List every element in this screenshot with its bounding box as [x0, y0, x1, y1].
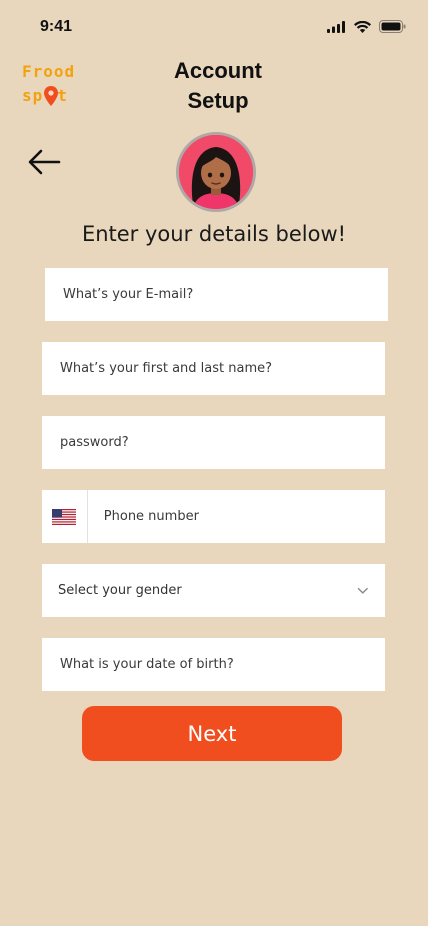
- page-title: Account Setup: [150, 56, 286, 116]
- country-selector[interactable]: [42, 490, 88, 543]
- wifi-icon: [354, 20, 371, 33]
- date-of-birth-field[interactable]: [42, 638, 385, 691]
- status-icons: [327, 20, 406, 33]
- gender-select[interactable]: Select your gender: [42, 564, 385, 617]
- avatar-girl-icon: [179, 135, 253, 209]
- email-field[interactable]: [45, 268, 388, 321]
- status-time: 9:41: [40, 18, 73, 35]
- logo-text-line1: Frood: [22, 62, 76, 81]
- full-name-input[interactable]: [58, 360, 385, 377]
- back-button[interactable]: [26, 145, 66, 181]
- phone-field[interactable]: [42, 490, 385, 543]
- phone-input[interactable]: [87, 508, 385, 525]
- gender-select-label: Select your gender: [58, 583, 182, 598]
- location-pin-icon: [44, 86, 58, 106]
- name-field[interactable]: [42, 342, 385, 395]
- date-of-birth-input[interactable]: [58, 656, 385, 673]
- logo-text-prefix: sp: [22, 86, 44, 105]
- password-input[interactable]: [58, 434, 385, 451]
- us-flag-icon: [52, 508, 77, 525]
- status-bar: 9:41: [0, 0, 428, 54]
- page-title-line2: Setup: [187, 88, 249, 113]
- app-logo: Frood sp t: [22, 60, 92, 110]
- chevron-down-icon: [358, 587, 369, 594]
- email-input[interactable]: [61, 286, 388, 303]
- page-title-line1: Account: [174, 58, 262, 83]
- form-subtitle: Enter your details below!: [81, 222, 347, 246]
- password-field[interactable]: [42, 416, 385, 469]
- arrow-left-icon: [28, 149, 61, 175]
- signal-icon: [327, 20, 345, 33]
- battery-icon: [379, 20, 406, 33]
- logo-text-suffix: t: [57, 86, 68, 105]
- avatar[interactable]: [176, 132, 256, 212]
- next-button[interactable]: Next: [82, 706, 342, 761]
